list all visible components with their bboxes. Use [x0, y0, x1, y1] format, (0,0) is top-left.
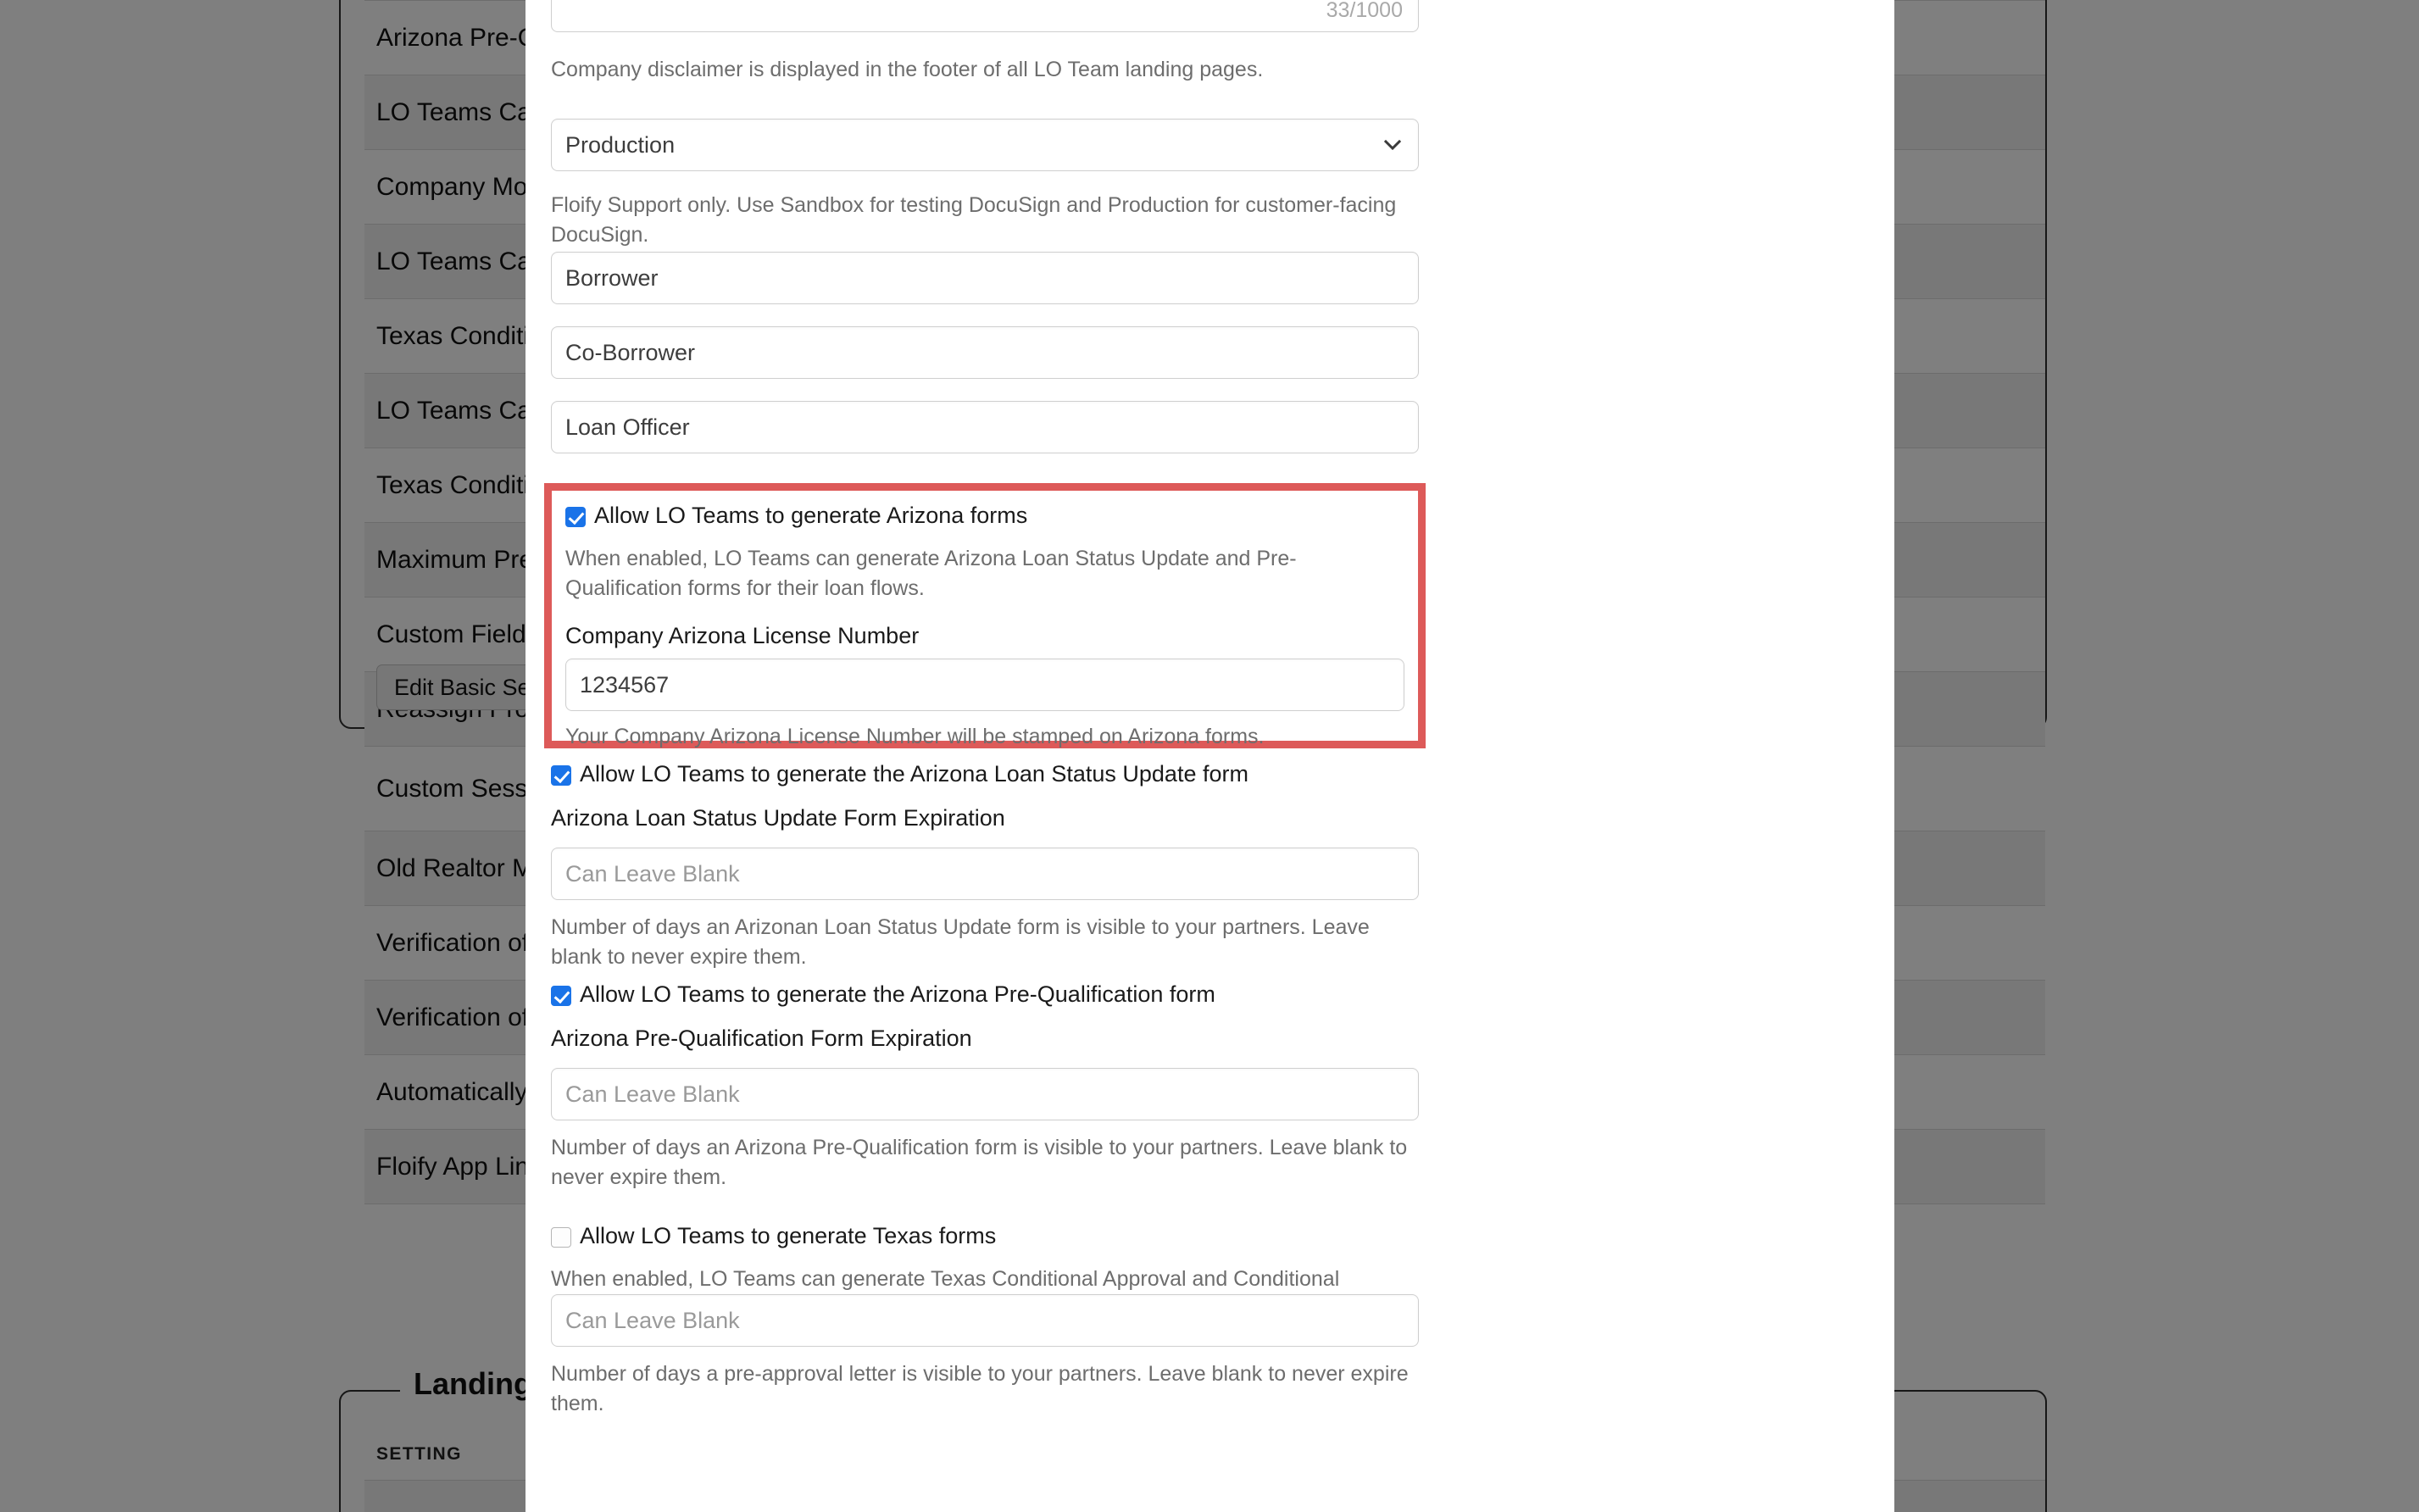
- borrower-placeholder-role-input[interactable]: Borrower: [551, 252, 1419, 304]
- arizona-prequal-expiration-input[interactable]: Can Leave Blank: [551, 1068, 1419, 1120]
- arizona-prequal-expiration-label: Arizona Pre-Qualification Form Expiratio…: [551, 1026, 972, 1051]
- checkbox-checked-icon[interactable]: [565, 507, 586, 527]
- chevron-down-icon: [1384, 140, 1401, 150]
- company-disclaimer-textarea[interactable]: 33/1000: [551, 0, 1419, 32]
- arizona-prequal-enable-label: Allow LO Teams to generate the Arizona P…: [580, 981, 1215, 1007]
- arizona-license-number-input[interactable]: 1234567: [565, 659, 1404, 711]
- texas-forms-enable-row[interactable]: Allow LO Teams to generate Texas forms: [551, 1223, 996, 1249]
- docusign-environment-label: DocuSign Environment: [526, 119, 551, 171]
- disclaimer-char-counter: 33/1000: [1326, 0, 1403, 22]
- loan-officer-placeholder-role-label: Loan Officer Placeholder Role: [526, 401, 551, 453]
- docusign-environment-select[interactable]: Production: [551, 119, 1419, 171]
- edit-settings-modal: 33/1000 Company disclaimer is displayed …: [526, 0, 1894, 1512]
- arizona-forms-enable-label: Allow LO Teams to generate Arizona forms: [594, 503, 1028, 528]
- loan-officer-placeholder-role-input[interactable]: Loan Officer: [551, 401, 1419, 453]
- screen: Arizona Pre-Qua LO Teams Can G Company M…: [0, 0, 2419, 1512]
- texas-forms-label: Texas Forms: [526, 1227, 551, 1254]
- borrower-placeholder-role-row: Borrower Placeholder Role Borrower: [526, 252, 1419, 304]
- arizona-prequal-enable-row[interactable]: Allow LO Teams to generate the Arizona P…: [551, 981, 1215, 1008]
- arizona-forms-enable-row[interactable]: Allow LO Teams to generate Arizona forms: [565, 503, 1404, 529]
- checkbox-checked-icon[interactable]: [551, 986, 571, 1006]
- checkbox-checked-icon[interactable]: [551, 765, 571, 786]
- preapproval-expiration-label: Pre-Approval Letter Expiration: [526, 1309, 551, 1337]
- coborrower-placeholder-role-label: Co-Borrower Placeholder Role: [526, 326, 551, 379]
- arizona-prequal-help-text: Number of days an Arizona Pre-Qualificat…: [551, 1136, 1408, 1189]
- borrower-placeholder-role-label: Borrower Placeholder Role: [526, 252, 551, 304]
- arizona-forms-help-text: When enabled, LO Teams can generate Ariz…: [565, 547, 1297, 600]
- arizona-lsu-help-text: Number of days an Arizonan Loan Status U…: [551, 915, 1370, 969]
- arizona-lsu-enable-row[interactable]: Allow LO Teams to generate the Arizona L…: [551, 761, 1248, 787]
- coborrower-placeholder-role-input[interactable]: Co-Borrower: [551, 326, 1419, 379]
- arizona-lsu-expiration-input[interactable]: Can Leave Blank: [551, 848, 1419, 900]
- disclaimer-help-text: Company disclaimer is displayed in the f…: [551, 58, 1264, 81]
- checkbox-unchecked-icon[interactable]: [551, 1227, 571, 1248]
- preapproval-help-text: Number of days a pre-approval letter is …: [551, 1362, 1409, 1415]
- coborrower-placeholder-role-row: Co-Borrower Placeholder Role Co-Borrower: [526, 326, 1419, 379]
- arizona-lsu-enable-label: Allow LO Teams to generate the Arizona L…: [580, 761, 1248, 787]
- docusign-help-text: Floify Support only. Use Sandbox for tes…: [551, 193, 1397, 247]
- preapproval-expiration-input[interactable]: Can Leave Blank: [551, 1294, 1419, 1347]
- arizona-lsu-expiration-label: Arizona Loan Status Update Form Expirati…: [551, 805, 1005, 831]
- docusign-environment-value: Production: [565, 131, 676, 158]
- docusign-environment-row: DocuSign Environment Production: [526, 119, 1419, 171]
- arizona-forms-highlight-box: Allow LO Teams to generate Arizona forms…: [544, 483, 1426, 748]
- loan-officer-placeholder-role-row: Loan Officer Placeholder Role Loan Offic…: [526, 401, 1419, 453]
- arizona-license-number-label: Company Arizona License Number: [565, 623, 920, 648]
- texas-forms-enable-label: Allow LO Teams to generate Texas forms: [580, 1223, 997, 1248]
- arizona-license-help-text: Your Company Arizona License Number will…: [565, 725, 1265, 748]
